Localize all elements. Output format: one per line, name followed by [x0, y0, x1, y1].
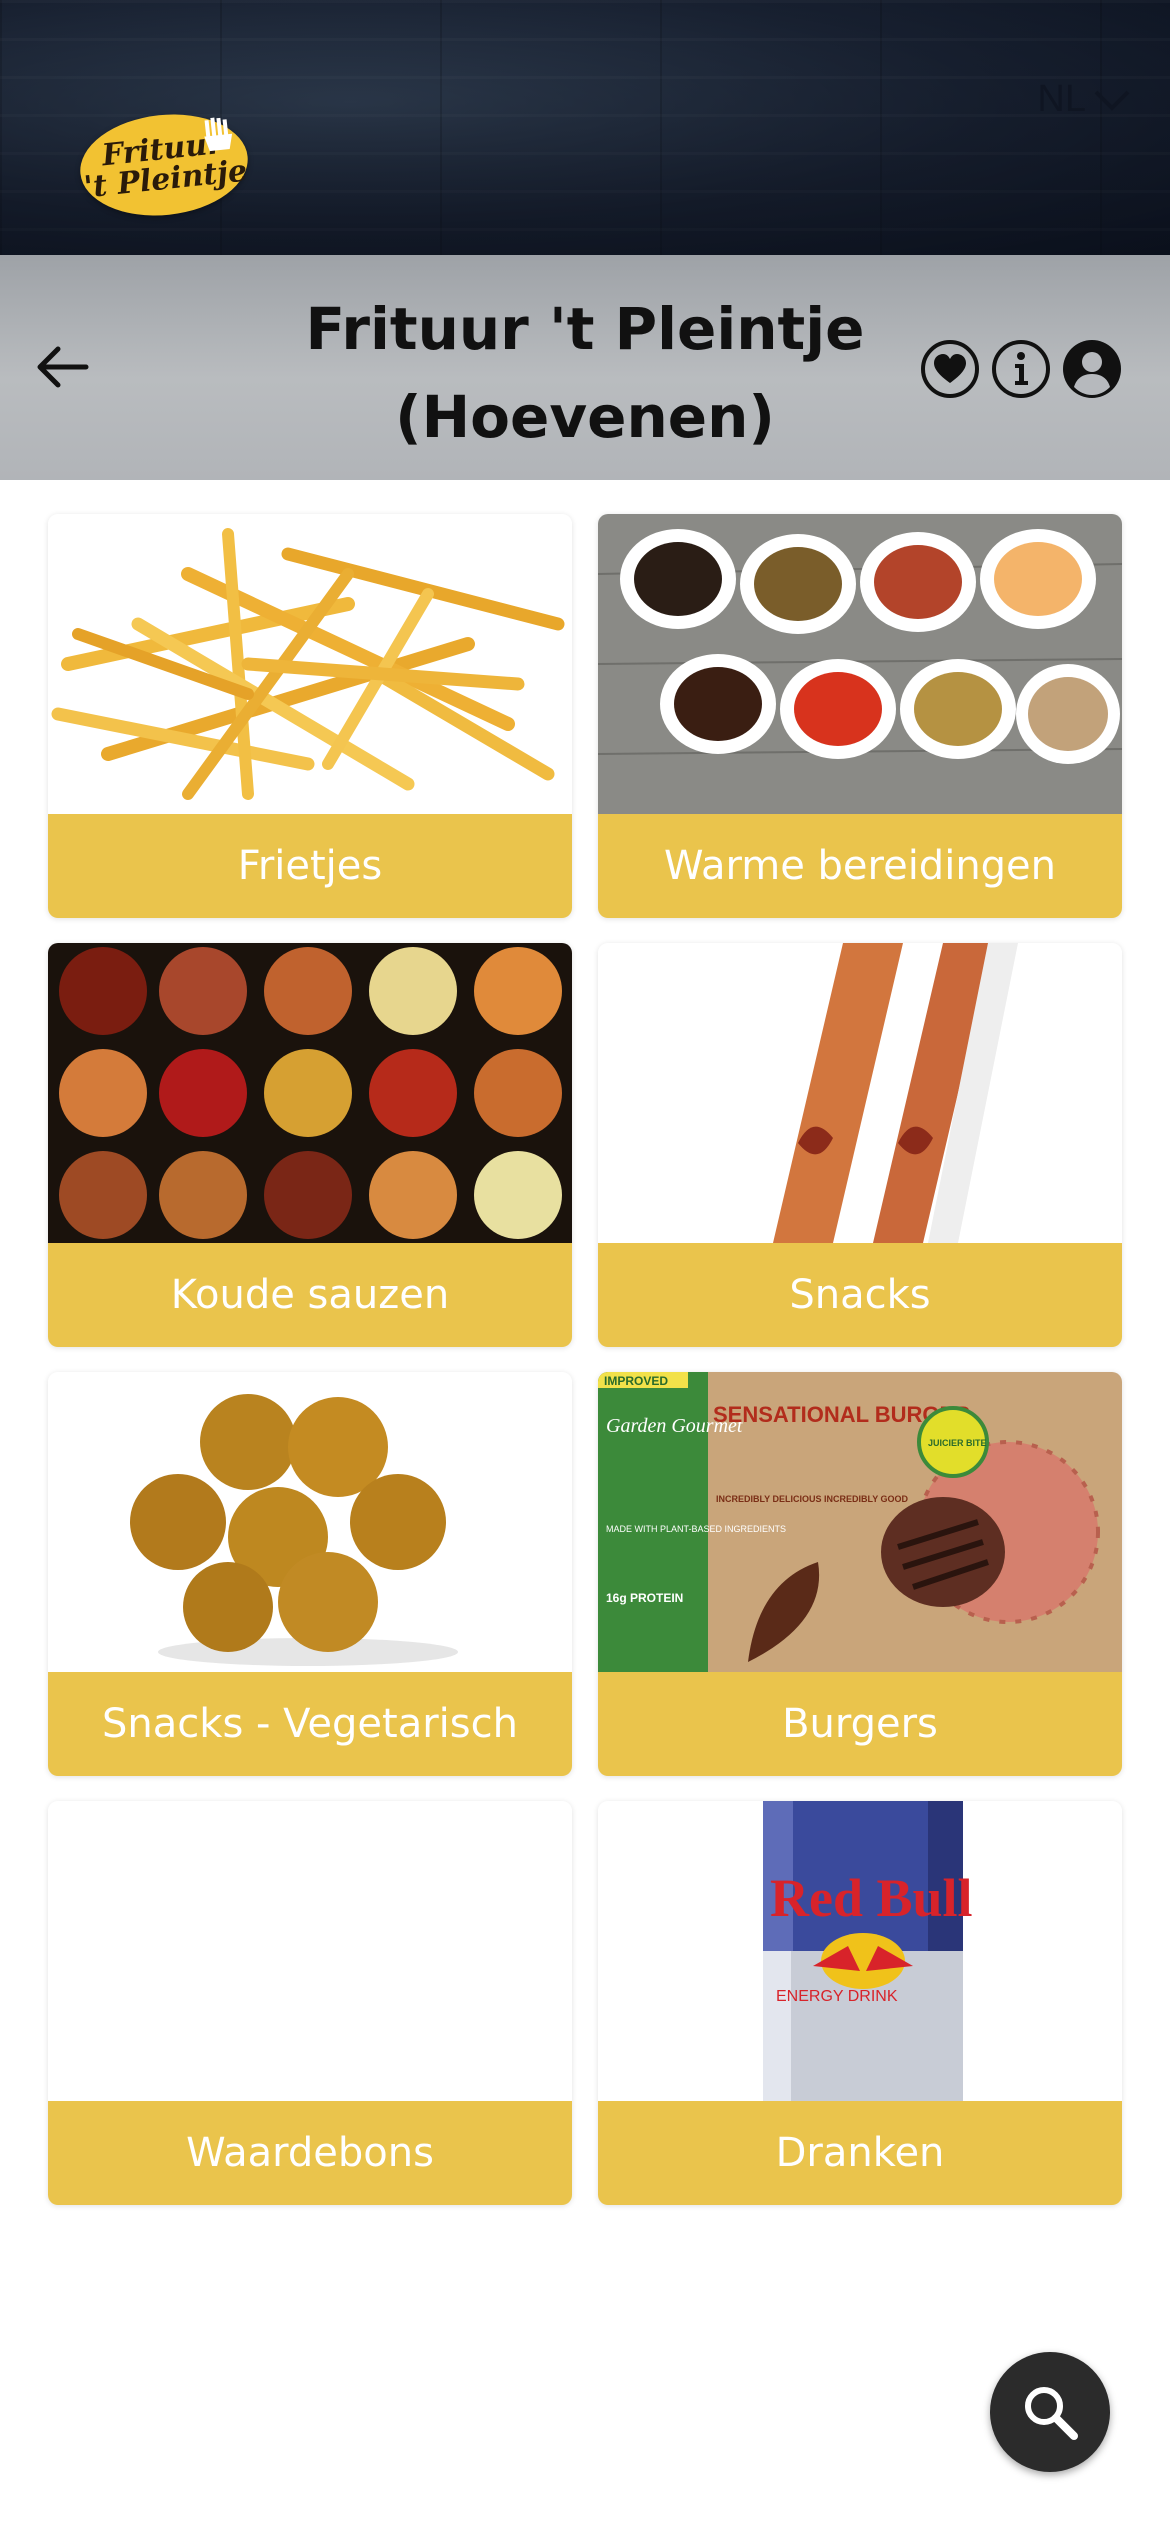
- category-card-koude-sauzen[interactable]: Koude sauzen: [48, 943, 572, 1347]
- category-card-frietjes[interactable]: Frietjes: [48, 514, 572, 918]
- cold-sauces-image: [48, 943, 572, 1243]
- category-label: Burgers: [598, 1672, 1122, 1776]
- burger-pack-badge: JUICIER BITE: [928, 1438, 987, 1448]
- warm-sauces-image: [598, 514, 1122, 814]
- category-grid: Frietjes Warme bereidingen Koude sauzen …: [48, 514, 1122, 2205]
- category-label: Dranken: [598, 2101, 1122, 2205]
- language-label: NL: [1037, 78, 1086, 120]
- category-card-dranken[interactable]: Red Bull ENERGY DRINK Dranken: [598, 1801, 1122, 2205]
- info-icon[interactable]: [991, 339, 1051, 399]
- burger-pack-protein: 16g PROTEIN: [606, 1591, 683, 1605]
- back-button[interactable]: [30, 335, 94, 399]
- page-title: Frituur 't Pleintje (Hoevenen): [250, 285, 920, 455]
- top-banner: Frituur 't Pleintje NL: [0, 0, 1170, 255]
- drink-can-brand: Red Bull: [770, 1868, 973, 1928]
- burger-pack-claim: MADE WITH PLANT-BASED INGREDIENTS: [606, 1524, 786, 1534]
- category-card-snacks[interactable]: Snacks: [598, 943, 1122, 1347]
- burger-pack-tag: IMPROVED: [604, 1374, 668, 1388]
- page-title-line2: (Hoevenen): [395, 383, 775, 451]
- fries-image: [48, 514, 572, 814]
- page-title-line1: Frituur 't Pleintje: [305, 295, 865, 363]
- burger-pack-claim2: INCREDIBLY DELICIOUS INCREDIBLY GOOD: [716, 1494, 909, 1504]
- language-selector[interactable]: NL: [1037, 78, 1132, 121]
- veg-snacks-image: [48, 1372, 572, 1672]
- snacks-image: [598, 943, 1122, 1243]
- search-fab-button[interactable]: [990, 2352, 1110, 2472]
- fries-logo-icon: [204, 117, 233, 152]
- category-label: Waardebons: [48, 2101, 572, 2205]
- search-icon: [1025, 2387, 1078, 2440]
- category-label: Frietjes: [48, 814, 572, 918]
- category-label: Snacks: [598, 1243, 1122, 1347]
- chevron-down-icon: [1094, 90, 1130, 111]
- category-card-warme-bereidingen[interactable]: Warme bereidingen: [598, 514, 1122, 918]
- restaurant-header: Frituur 't Pleintje (Hoevenen): [0, 255, 1170, 480]
- brand-logo[interactable]: Frituur 't Pleintje: [75, 106, 253, 224]
- vouchers-image-placeholder: [48, 1801, 572, 2101]
- category-card-snacks-vegetarisch[interactable]: Snacks - Vegetarisch: [48, 1372, 572, 1776]
- arrow-left-icon: [37, 346, 89, 388]
- heart-icon[interactable]: [920, 339, 980, 399]
- burger-pack-image: IMPROVED Garden Gourmet MADE WITH PLANT-…: [598, 1372, 1122, 1672]
- user-icon[interactable]: [1062, 339, 1122, 399]
- drink-can-image: Red Bull ENERGY DRINK: [598, 1801, 1122, 2101]
- category-label: Warme bereidingen: [598, 814, 1122, 918]
- drink-can-sub: ENERGY DRINK: [776, 1988, 898, 2005]
- category-card-burgers[interactable]: IMPROVED Garden Gourmet MADE WITH PLANT-…: [598, 1372, 1122, 1776]
- category-card-waardebons[interactable]: Waardebons: [48, 1801, 572, 2205]
- category-label: Snacks - Vegetarisch: [48, 1672, 572, 1776]
- category-label: Koude sauzen: [48, 1243, 572, 1347]
